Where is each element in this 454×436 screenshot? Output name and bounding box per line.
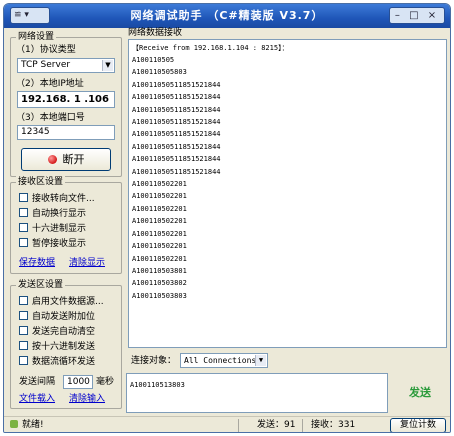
receive-line: A100110505 [132,56,175,64]
send-input-text: A100110513803 [130,381,185,389]
receive-lines: A100110505 A100110505803 A1001105051185152… [132,54,221,302]
auto-wrap-checkbox[interactable]: 自动换行显示 [19,208,86,220]
auto-clear-checkbox[interactable]: 发送完自动清空 [19,326,95,338]
receive-data-area[interactable]: 【Receive from 192.168.1.104 : 8215】： A10… [128,39,447,348]
receive-line: A10011050511851521844 [132,167,221,176]
send-input-area[interactable]: A100110513803 [126,373,388,413]
checkbox-label: 接收转向文件... [32,194,95,204]
receive-settings-group: 接收区设置 接收转向文件... 自动换行显示 十六进制显示 暂停接收显示 保存数… [10,176,122,274]
window-title: 网络调试助手 （C#精装版 V3.7） [130,9,324,22]
receive-line: A10011050511851521844 [132,155,221,164]
checkbox-box[interactable] [19,193,28,202]
send-count: 发送：91 [238,419,298,432]
checkbox-label: 暂停接收显示 [32,239,87,249]
receive-line: A10011050511851521844 [132,130,221,139]
local-port-label: （3）本地端口号 [16,113,85,123]
local-port-field[interactable]: 12345 [17,125,115,140]
receive-line: A10011050511851521844 [132,80,221,89]
disconnect-label: 断开 [62,153,85,166]
network-settings-group: 网络设置 （1）协议类型 TCP Server ▼ （2）本地IP地址 192.… [10,31,122,177]
receive-line: A100110502201 [132,192,187,201]
status-ready-text: 就绪! [22,420,44,430]
receive-line: A100110505803 [132,68,187,77]
window-controls[interactable]: – □ × [389,7,445,24]
pause-display-checkbox[interactable]: 暂停接收显示 [19,238,86,250]
chevron-down-icon[interactable]: ▼ [102,60,113,71]
receive-line: A100110502201 [132,242,187,251]
checkbox-box[interactable] [19,223,28,232]
checkbox-box[interactable] [19,311,28,320]
receive-header-text: 【Receive from 192.168.1.104 : 8215】： [132,44,289,52]
receive-line: A10011050511851521844 [132,105,221,114]
save-data-link[interactable]: 保存数据 [19,257,55,269]
checkbox-label: 十六进制显示 [32,224,87,234]
checkbox-label: 自动换行显示 [32,209,87,219]
protocol-label: （1）协议类型 [16,45,76,55]
clear-display-link[interactable]: 清除显示 [69,257,105,269]
protocol-value: TCP Server [21,60,71,70]
checkbox-box[interactable] [19,296,28,305]
status-ready-icon [10,420,18,428]
receive-line: A100110502201 [132,254,187,263]
connection-indicator-icon [47,155,57,164]
receive-line: A100110502201 [132,217,187,226]
connection-target-label: 连接对象： [131,356,177,366]
receive-count: 接收：331 [302,419,362,432]
checkbox-label: 数据流循环发送 [32,357,96,367]
auto-append-checkbox[interactable]: 自动发送附加位 [19,311,95,323]
receive-line: A100110503801 [132,266,187,275]
send-settings-title: 发送区设置 [16,279,66,291]
receive-to-file-checkbox[interactable]: 接收转向文件... [19,193,95,205]
connection-target-value: All Connections [184,356,257,365]
send-interval-label: 发送间隔 [19,377,56,387]
connection-target-select[interactable]: All Connections ▼ [180,353,268,368]
chevron-down-icon[interactable]: ▼ [255,355,266,366]
checkbox-box[interactable] [19,326,28,335]
clear-input-link[interactable]: 清除输入 [69,393,105,405]
title-bar: ≌ ▾ 网络调试助手 （C#精装版 V3.7） – □ × [4,4,450,28]
receive-area-title: 网络数据接收 [128,28,183,38]
app-window: ≌ ▾ 网络调试助手 （C#精装版 V3.7） – □ × 网络设置 （1）协议… [3,3,451,433]
checkbox-label: 发送完自动清空 [32,327,96,337]
checkbox-box[interactable] [19,356,28,365]
receive-line: A100110502201 [132,180,187,189]
network-settings-title: 网络设置 [16,31,57,43]
checkbox-label: 启用文件数据源... [32,297,104,307]
reset-count-button[interactable]: 复位计数 [390,418,446,432]
status-bar: 就绪! 发送：91 接收：331 复位计数 [4,416,450,432]
hex-send-checkbox[interactable]: 按十六进制发送 [19,341,95,353]
local-ip-label: （2）本地IP地址 [16,79,84,89]
receive-settings-title: 接收区设置 [16,176,66,188]
send-interval-unit: 毫秒 [96,377,115,387]
send-button[interactable]: 发送 [391,373,449,413]
receive-line: A10011050511851521844 [132,142,221,151]
send-interval-field[interactable]: 1000 [63,375,93,389]
receive-line: A100110503802 [132,279,187,288]
send-settings-group: 发送区设置 启用文件数据源... 自动发送附加位 发送完自动清空 按十六进制发送… [10,279,122,409]
receive-line: A10011050511851521844 [132,118,221,127]
file-datasource-checkbox[interactable]: 启用文件数据源... [19,296,104,308]
receive-line: A100110502201 [132,229,187,238]
local-ip-field[interactable]: 192.168. 1 .106 [17,91,115,108]
checkbox-box[interactable] [19,238,28,247]
checkbox-box[interactable] [19,208,28,217]
loop-send-checkbox[interactable]: 数据流循环发送 [19,356,95,368]
protocol-select[interactable]: TCP Server ▼ [17,58,115,73]
checkbox-label: 自动发送附加位 [32,312,96,322]
checkbox-label: 按十六进制发送 [32,342,96,352]
receive-line: A10011050511851521844 [132,93,221,102]
load-file-link[interactable]: 文件载入 [19,393,55,405]
hex-display-checkbox[interactable]: 十六进制显示 [19,223,86,235]
status-ready: 就绪! [10,419,44,432]
checkbox-box[interactable] [19,341,28,350]
receive-line: A100110503803 [132,291,187,300]
receive-line: A100110502201 [132,204,187,213]
disconnect-button[interactable]: 断开 [21,148,111,171]
